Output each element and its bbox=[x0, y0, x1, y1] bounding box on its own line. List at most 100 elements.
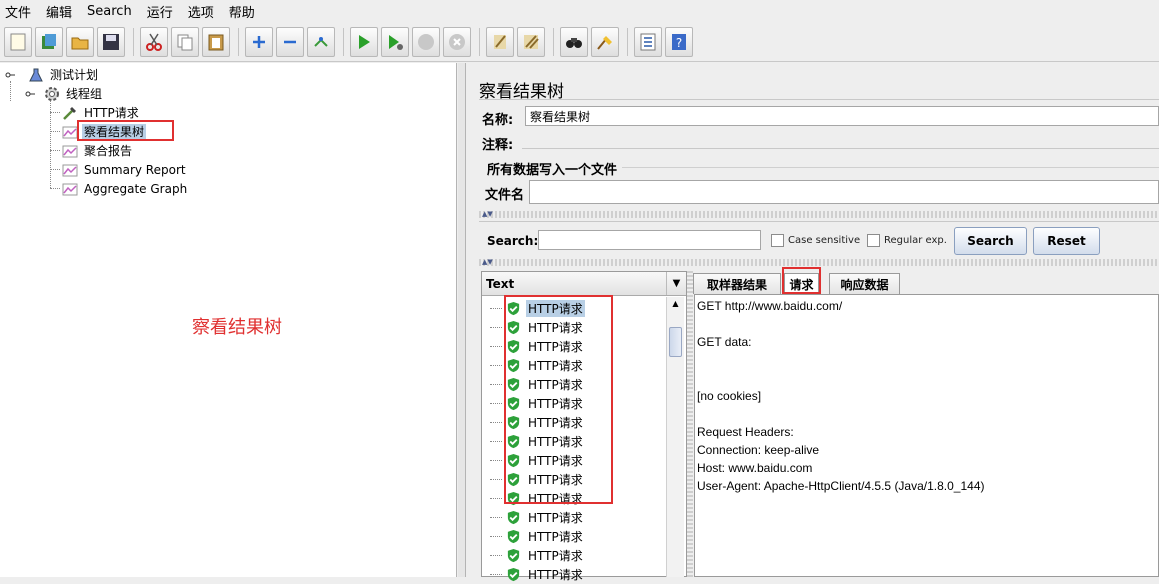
stop-button[interactable] bbox=[412, 26, 440, 57]
renderer-select[interactable]: Text ▼ bbox=[482, 272, 686, 296]
annotation-highlight-box bbox=[782, 267, 821, 294]
tab-sampler-result[interactable]: 取样器结果 bbox=[693, 273, 781, 294]
paste-button[interactable] bbox=[202, 26, 230, 57]
search-icon bbox=[566, 37, 582, 48]
new-button[interactable] bbox=[4, 26, 32, 57]
start-no-pause-button[interactable] bbox=[381, 26, 409, 57]
search-label: Search: bbox=[487, 234, 539, 248]
tree-item-label: HTTP请求 bbox=[84, 105, 139, 120]
menu-run[interactable]: 运行 bbox=[147, 2, 173, 21]
tree-connector bbox=[490, 517, 502, 518]
result-item[interactable]: HTTP请求 bbox=[490, 508, 585, 527]
result-item[interactable]: HTTP请求 bbox=[490, 546, 585, 565]
menu-edit[interactable]: 编辑 bbox=[46, 2, 72, 21]
tab-response-data[interactable]: 响应数据 bbox=[829, 273, 900, 294]
result-item-label: HTTP请求 bbox=[528, 530, 583, 544]
toggle-button[interactable] bbox=[307, 26, 335, 57]
save-icon bbox=[103, 33, 119, 50]
expand-button[interactable] bbox=[245, 26, 273, 57]
tree-item-aggregate-graph[interactable]: Aggregate Graph bbox=[62, 179, 189, 198]
split-pane-divider[interactable] bbox=[687, 271, 693, 577]
toolbar: ? bbox=[0, 22, 1159, 62]
templates-button[interactable] bbox=[35, 26, 63, 57]
collapse-icon bbox=[284, 40, 296, 43]
comment-input[interactable] bbox=[522, 148, 1159, 149]
collapse-arrows-icon[interactable]: ▲▼ bbox=[482, 211, 493, 218]
help-icon: ? bbox=[672, 33, 686, 50]
collapsible-divider[interactable] bbox=[479, 259, 1159, 266]
function-helper-icon bbox=[640, 33, 656, 50]
tree-connector bbox=[50, 188, 60, 189]
list-scrollbar[interactable]: ▲ bbox=[666, 297, 684, 577]
request-content[interactable]: GET http://www.baidu.com/GET data: [no co… bbox=[694, 294, 1159, 577]
shutdown-button[interactable] bbox=[443, 26, 471, 57]
tree-item-summary-report[interactable]: Summary Report bbox=[62, 160, 188, 179]
tree-expand-handle-icon[interactable] bbox=[24, 86, 36, 102]
file-group-title: 所有数据写入一个文件 bbox=[487, 163, 618, 178]
tree-item-label: 线程组 bbox=[66, 86, 103, 101]
tree-connector bbox=[490, 536, 502, 537]
result-item[interactable]: HTTP请求 bbox=[490, 527, 585, 546]
menu-file[interactable]: 文件 bbox=[5, 2, 31, 21]
regular-exp-checkbox[interactable] bbox=[867, 234, 880, 247]
flask-icon bbox=[28, 67, 44, 83]
tree-item-aggregate-report[interactable]: 聚合报告 bbox=[62, 141, 134, 160]
copy-icon bbox=[177, 34, 193, 50]
copy-button[interactable] bbox=[171, 26, 199, 57]
scroll-thumb[interactable] bbox=[669, 327, 682, 357]
pipette-icon bbox=[62, 105, 78, 121]
clear-all-button[interactable] bbox=[517, 26, 545, 57]
tree-item-thread-group[interactable]: 线程组 bbox=[24, 84, 104, 103]
request-line: Request Headers: bbox=[697, 425, 794, 439]
search-input[interactable] bbox=[538, 230, 761, 250]
divider bbox=[479, 221, 1159, 222]
menu-options[interactable]: 选项 bbox=[188, 2, 214, 21]
file-name-input[interactable] bbox=[529, 180, 1159, 204]
shutdown-icon bbox=[449, 33, 465, 50]
tree-expand-handle-icon[interactable] bbox=[4, 67, 16, 83]
test-plan-tree-panel: 测试计划 线程组 HTTP请求 察看结果树 聚合报告 Summary Repor… bbox=[0, 63, 457, 577]
reset-search-button[interactable] bbox=[591, 26, 619, 57]
search-button-toolbar[interactable] bbox=[560, 26, 588, 57]
cut-button[interactable] bbox=[140, 26, 168, 57]
collapsible-divider[interactable] bbox=[479, 211, 1159, 218]
tree-item-label: Summary Report bbox=[84, 162, 186, 177]
tree-connector bbox=[490, 460, 502, 461]
expand-icon bbox=[253, 35, 265, 48]
collapse-arrows-icon[interactable]: ▲▼ bbox=[482, 259, 493, 266]
menu-help[interactable]: 帮助 bbox=[229, 2, 255, 21]
open-icon bbox=[71, 37, 89, 49]
help-button[interactable]: ? bbox=[665, 26, 693, 57]
case-sensitive-label: Case sensitive bbox=[788, 235, 861, 246]
split-pane-divider[interactable] bbox=[458, 63, 466, 577]
menu-search[interactable]: Search bbox=[87, 4, 132, 19]
collapse-button[interactable] bbox=[276, 26, 304, 57]
case-sensitive-checkbox[interactable] bbox=[771, 234, 784, 247]
reset-button[interactable]: Reset bbox=[1033, 227, 1100, 255]
tree-connector bbox=[490, 422, 502, 423]
scroll-up-icon[interactable]: ▲ bbox=[667, 297, 684, 311]
toolbar-separator bbox=[553, 27, 554, 56]
chart-icon bbox=[62, 124, 78, 140]
result-item-label: HTTP请求 bbox=[528, 549, 583, 563]
toolbar-separator bbox=[627, 27, 628, 56]
tree-connector bbox=[490, 498, 502, 499]
tree-connector bbox=[490, 403, 502, 404]
toolbar-separator bbox=[133, 27, 134, 56]
start-no-pause-icon bbox=[389, 34, 403, 50]
save-button[interactable] bbox=[97, 26, 125, 57]
group-border bbox=[622, 167, 1159, 168]
function-helper-button[interactable] bbox=[634, 26, 662, 57]
stop-icon bbox=[418, 33, 434, 50]
start-button[interactable] bbox=[350, 26, 378, 57]
comment-label: 注释: bbox=[482, 138, 514, 153]
clear-button[interactable] bbox=[486, 26, 514, 57]
result-item[interactable]: HTTP请求 bbox=[490, 565, 585, 584]
open-button[interactable] bbox=[66, 26, 94, 57]
search-button[interactable]: Search bbox=[954, 227, 1027, 255]
annotation-highlight-box bbox=[77, 120, 174, 141]
tree-connector bbox=[490, 346, 502, 347]
chevron-down-icon[interactable]: ▼ bbox=[666, 272, 686, 295]
tree-item-test-plan[interactable]: 测试计划 bbox=[4, 65, 100, 84]
name-input[interactable] bbox=[525, 106, 1159, 126]
